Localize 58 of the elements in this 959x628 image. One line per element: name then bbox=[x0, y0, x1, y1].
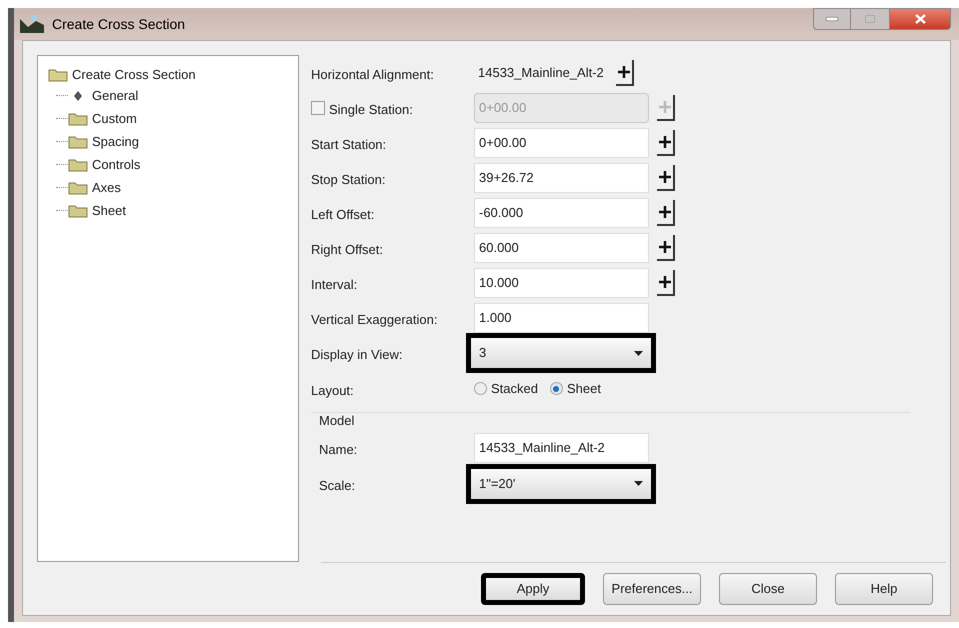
app-icon bbox=[20, 15, 44, 33]
crosshair-icon bbox=[659, 100, 671, 112]
field-label: Stop Station: bbox=[311, 170, 386, 189]
text-field[interactable]: 39+26.72 bbox=[474, 162, 649, 192]
window-title: Create Cross Section bbox=[52, 14, 186, 34]
field-label: Name: bbox=[319, 441, 358, 460]
folder-icon bbox=[68, 180, 88, 194]
field-label: Vertical Exaggeration: bbox=[311, 310, 438, 329]
field-label: Layout: bbox=[311, 382, 354, 400]
minimize-icon bbox=[826, 17, 838, 21]
field-label: Single Station: bbox=[329, 100, 413, 119]
folder-icon bbox=[48, 68, 68, 82]
field-label: Display in View: bbox=[311, 346, 403, 364]
alignment-value: 14533_Mainline_Alt-2 bbox=[477, 64, 605, 80]
text-field[interactable]: 60.000 bbox=[474, 232, 649, 262]
close-icon bbox=[914, 14, 926, 24]
dropdown[interactable]: 1"=20' bbox=[466, 464, 656, 504]
crosshair-icon bbox=[659, 240, 671, 252]
crosshair-icon bbox=[659, 136, 671, 148]
radio-option[interactable]: Sheet bbox=[550, 378, 601, 398]
dialog-button[interactable]: Help bbox=[835, 573, 933, 605]
tree-item[interactable]: Create Cross Section bbox=[48, 66, 288, 84]
tree-item[interactable]: Axes bbox=[48, 176, 288, 199]
tree-item[interactable]: Spacing bbox=[48, 130, 288, 153]
crosshair-icon bbox=[618, 66, 630, 78]
caret-icon bbox=[634, 481, 643, 486]
text-field[interactable]: 0+00.00 bbox=[474, 128, 649, 158]
field-label: Scale: bbox=[319, 476, 356, 495]
text-field[interactable]: 14533_Mainline_Alt-2 bbox=[474, 433, 649, 463]
field-label: Start Station: bbox=[311, 136, 386, 154]
folder-icon bbox=[68, 134, 88, 148]
text-field[interactable]: 1.000 bbox=[474, 302, 649, 332]
crosshair-icon bbox=[659, 276, 671, 288]
tree-item[interactable]: Controls bbox=[48, 153, 288, 176]
text-field[interactable]: 10.000 bbox=[474, 268, 649, 298]
dialog-button[interactable]: Close bbox=[719, 573, 817, 605]
crosshair-icon bbox=[659, 206, 671, 218]
tree-item[interactable]: General bbox=[48, 84, 288, 107]
caret-icon bbox=[634, 350, 643, 356]
crosshair-icon bbox=[659, 170, 671, 182]
text-field[interactable]: -60.000 bbox=[474, 198, 649, 228]
folder-icon bbox=[68, 158, 88, 172]
field-label: Interval: bbox=[311, 276, 358, 294]
folder-icon bbox=[68, 204, 88, 218]
dialog-button[interactable]: Apply bbox=[481, 573, 585, 605]
close-window-button[interactable] bbox=[889, 8, 951, 30]
field-label: Horizontal Alignment: bbox=[311, 66, 434, 84]
minimize-button[interactable] bbox=[813, 8, 851, 30]
tree-item[interactable]: Custom bbox=[48, 107, 288, 130]
field-label: Left Offset: bbox=[311, 206, 374, 224]
tree-item[interactable]: Sheet bbox=[48, 199, 288, 222]
group-title: Model bbox=[319, 412, 356, 430]
radio-option[interactable]: Stacked bbox=[474, 378, 538, 398]
maximize-icon bbox=[865, 15, 875, 23]
dropdown[interactable]: 3 bbox=[466, 333, 656, 373]
folder-icon bbox=[68, 112, 88, 126]
dialog-button[interactable]: Preferences... bbox=[603, 573, 701, 605]
field-label: Right Offset: bbox=[311, 240, 384, 259]
